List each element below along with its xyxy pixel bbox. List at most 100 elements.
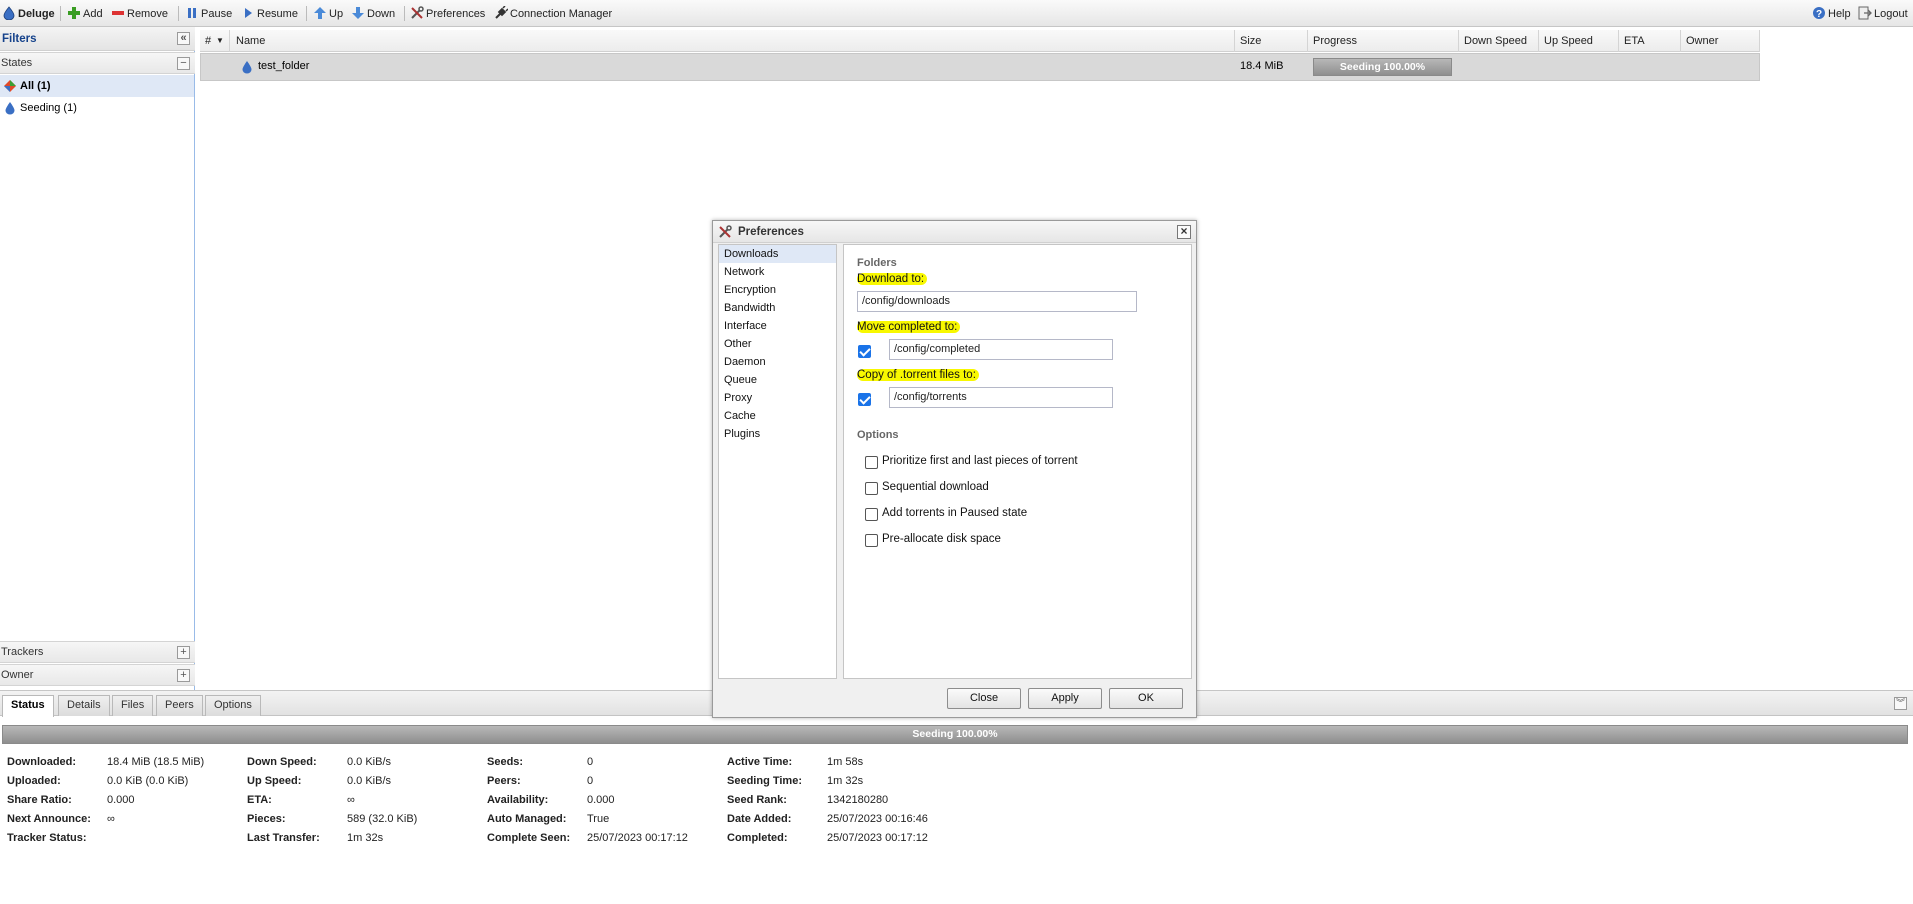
tools-icon bbox=[410, 6, 424, 20]
download-to-field[interactable]: /config/downloads bbox=[857, 291, 1137, 312]
prioritize-first-last-checkbox[interactable] bbox=[865, 456, 878, 469]
stat-label: Down Speed: bbox=[247, 756, 317, 768]
trackers-header[interactable]: Trackers + bbox=[0, 641, 195, 663]
folders-section-title: Folders bbox=[857, 257, 897, 269]
apply-button[interactable]: Apply bbox=[1028, 688, 1102, 709]
stat-uploaded: 0.0 KiB (0.0 KiB) bbox=[107, 775, 189, 787]
expand-owner-icon[interactable]: + bbox=[177, 669, 190, 682]
torrent-progress-bar: Seeding 100.00% bbox=[1313, 58, 1452, 76]
column-header-owner[interactable]: Owner bbox=[1681, 30, 1760, 52]
stat-down-speed: 0.0 KiB/s bbox=[347, 756, 392, 768]
pre-allocate-checkbox[interactable] bbox=[865, 534, 878, 547]
move-completed-checkbox[interactable] bbox=[858, 345, 871, 358]
tab-options[interactable]: Options bbox=[205, 695, 261, 716]
table-row[interactable]: test_folder 18.4 MiB Seeding 100.00% bbox=[200, 53, 1760, 81]
stat-completed: 25/07/2023 00:17:12 bbox=[827, 832, 928, 844]
add-paused-label: Add torrents in Paused state bbox=[882, 507, 1028, 519]
stat-active-time: 1m 58s bbox=[827, 756, 864, 768]
stat-label: Seed Rank: bbox=[727, 794, 787, 806]
tab-details[interactable]: Details bbox=[58, 695, 110, 716]
dialog-title: Preferences bbox=[738, 226, 804, 238]
owner-header[interactable]: Owner + bbox=[0, 664, 195, 686]
column-header-num[interactable]: # ▼ bbox=[200, 30, 230, 52]
close-button[interactable]: Close bbox=[947, 688, 1021, 709]
dialog-titlebar[interactable]: Preferences × bbox=[713, 221, 1196, 243]
stat-label: Seeding Time: bbox=[727, 775, 802, 787]
column-header-progress[interactable]: Progress bbox=[1308, 30, 1459, 52]
tab-files[interactable]: Files bbox=[112, 695, 154, 716]
pref-category-bandwidth[interactable]: Bandwidth bbox=[719, 299, 836, 317]
pref-category-daemon[interactable]: Daemon bbox=[719, 353, 836, 371]
pause-button[interactable]: Pause bbox=[185, 6, 232, 22]
ok-button[interactable]: OK bbox=[1109, 688, 1183, 709]
collapse-states-icon[interactable]: − bbox=[177, 57, 190, 70]
pref-category-encryption[interactable]: Encryption bbox=[719, 281, 836, 299]
stat-seeding-time: 1m 32s bbox=[827, 775, 864, 787]
copy-torrent-checkbox[interactable] bbox=[858, 393, 871, 406]
app-title: Deluge bbox=[2, 6, 55, 22]
pref-category-network[interactable]: Network bbox=[719, 263, 836, 281]
column-header-name[interactable]: Name bbox=[231, 30, 1235, 52]
pref-category-downloads[interactable]: Downloads bbox=[719, 245, 836, 263]
grid-header: # ▼ Name Size Progress Down Speed Up Spee… bbox=[200, 30, 1760, 52]
move-completed-field[interactable]: /config/completed bbox=[889, 339, 1113, 360]
tab-peers[interactable]: Peers bbox=[156, 695, 203, 716]
collapse-details-icon[interactable]: ︾ bbox=[1894, 697, 1907, 710]
sort-dropdown-icon[interactable]: ▼ bbox=[216, 30, 224, 52]
remove-icon bbox=[111, 6, 125, 20]
arrow-up-icon bbox=[313, 6, 327, 20]
up-button[interactable]: Up bbox=[313, 6, 343, 22]
pref-category-interface[interactable]: Interface bbox=[719, 317, 836, 335]
preferences-content: Folders Download to: /config/downloads M… bbox=[843, 244, 1192, 679]
copy-torrent-field[interactable]: /config/torrents bbox=[889, 387, 1113, 408]
add-icon bbox=[67, 6, 81, 20]
column-header-up-speed[interactable]: Up Speed bbox=[1539, 30, 1619, 52]
stat-downloaded: 18.4 MiB (18.5 MiB) bbox=[107, 756, 205, 768]
pref-category-proxy[interactable]: Proxy bbox=[719, 389, 836, 407]
column-header-size[interactable]: Size bbox=[1235, 30, 1308, 52]
filter-state-all[interactable]: All (1) bbox=[0, 75, 194, 97]
arrow-down-icon bbox=[351, 6, 365, 20]
stat-date-added: 25/07/2023 00:16:46 bbox=[827, 813, 928, 825]
states-header-label: States bbox=[1, 57, 33, 69]
stat-label: Peers: bbox=[487, 775, 521, 787]
column-header-down-speed[interactable]: Down Speed bbox=[1459, 30, 1539, 52]
logout-icon bbox=[1858, 6, 1872, 20]
add-button[interactable]: Add bbox=[67, 6, 103, 22]
pref-category-queue[interactable]: Queue bbox=[719, 371, 836, 389]
filter-state-all-label: All (1) bbox=[20, 80, 51, 92]
pref-category-other[interactable]: Other bbox=[719, 335, 836, 353]
close-icon[interactable]: × bbox=[1177, 225, 1191, 239]
stat-label: Date Added: bbox=[727, 813, 792, 825]
add-paused-checkbox[interactable] bbox=[865, 508, 878, 521]
pref-category-plugins[interactable]: Plugins bbox=[719, 425, 836, 443]
torrent-size: 18.4 MiB bbox=[1240, 60, 1284, 72]
connection-manager-button[interactable]: Connection Manager bbox=[494, 5, 612, 22]
options-section-title: Options bbox=[857, 429, 899, 441]
help-button[interactable]: ? Help bbox=[1812, 6, 1851, 22]
seeding-icon bbox=[241, 60, 253, 77]
column-header-eta[interactable]: ETA bbox=[1619, 30, 1681, 52]
stat-label: Up Speed: bbox=[247, 775, 302, 787]
sequential-download-checkbox[interactable] bbox=[865, 482, 878, 495]
states-header[interactable]: States − bbox=[0, 52, 195, 74]
pref-category-cache[interactable]: Cache bbox=[719, 407, 836, 425]
stat-label: Share Ratio: bbox=[7, 794, 72, 806]
tab-status[interactable]: Status bbox=[2, 695, 54, 717]
pause-icon bbox=[185, 6, 199, 20]
filter-state-seeding[interactable]: Seeding (1) bbox=[0, 97, 194, 119]
stat-label: Next Announce: bbox=[7, 813, 91, 825]
collapse-filters-icon[interactable]: « bbox=[177, 32, 190, 45]
help-icon: ? bbox=[1812, 6, 1826, 20]
prioritize-first-last-label: Prioritize first and last pieces of torr… bbox=[882, 455, 1078, 467]
filters-title: Filters « bbox=[0, 27, 195, 51]
stat-label: Active Time: bbox=[727, 756, 793, 768]
preferences-button[interactable]: Preferences bbox=[410, 6, 485, 22]
resume-button[interactable]: Resume bbox=[241, 6, 298, 22]
logout-button[interactable]: Logout bbox=[1858, 6, 1908, 22]
down-button[interactable]: Down bbox=[351, 6, 395, 22]
stat-seed-rank: 1342180280 bbox=[827, 794, 889, 806]
remove-button[interactable]: Remove bbox=[111, 6, 168, 22]
deluge-logo-icon bbox=[2, 6, 16, 21]
expand-trackers-icon[interactable]: + bbox=[177, 646, 190, 659]
